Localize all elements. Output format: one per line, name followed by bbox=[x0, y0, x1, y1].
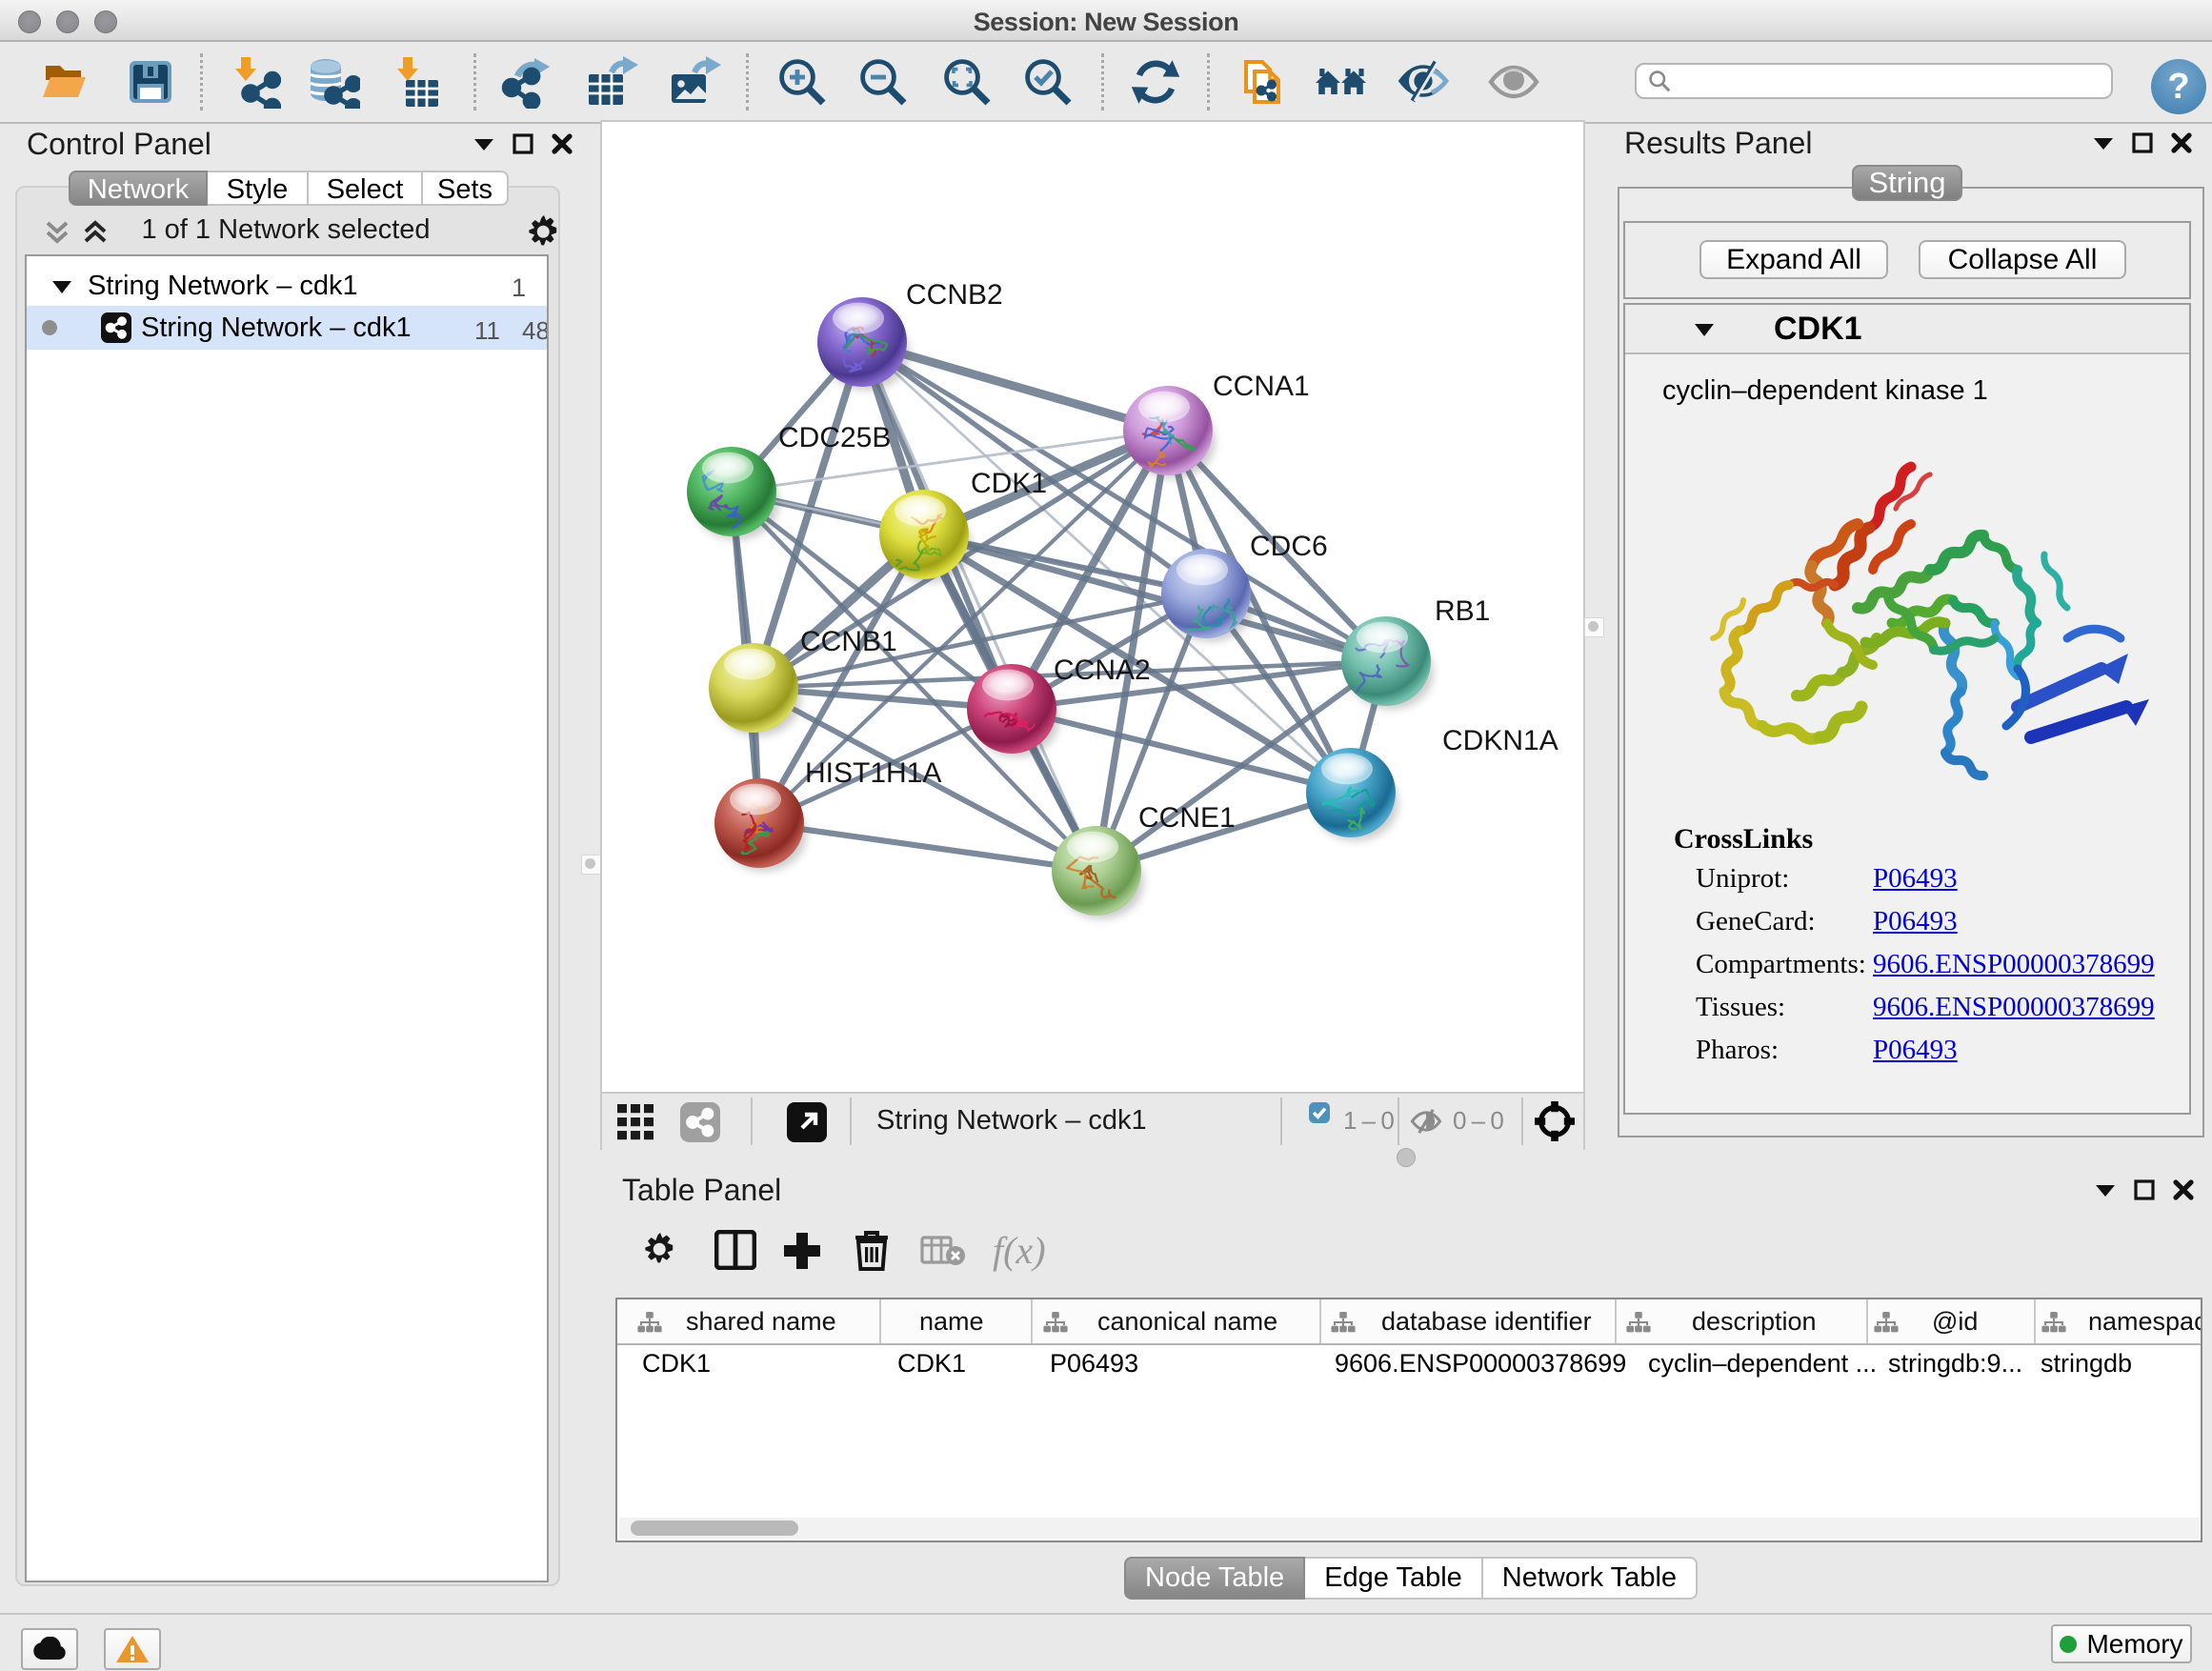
svg-text:HIST1H1A: HIST1H1A bbox=[805, 757, 941, 789]
svg-text:CDC6: CDC6 bbox=[1250, 531, 1328, 562]
svg-text:CDC25B: CDC25B bbox=[778, 422, 891, 453]
svg-text:CCNA1: CCNA1 bbox=[1213, 371, 1310, 402]
svg-text:CDKN1A: CDKN1A bbox=[1442, 725, 1558, 756]
svg-text:RB1: RB1 bbox=[1435, 595, 1490, 627]
svg-text:CCNA2: CCNA2 bbox=[1054, 654, 1151, 686]
svg-text:CCNE1: CCNE1 bbox=[1138, 802, 1236, 834]
svg-text:CCNB1: CCNB1 bbox=[800, 626, 897, 657]
svg-text:CCNB2: CCNB2 bbox=[906, 279, 1003, 311]
svg-text:CDK1: CDK1 bbox=[971, 468, 1047, 499]
